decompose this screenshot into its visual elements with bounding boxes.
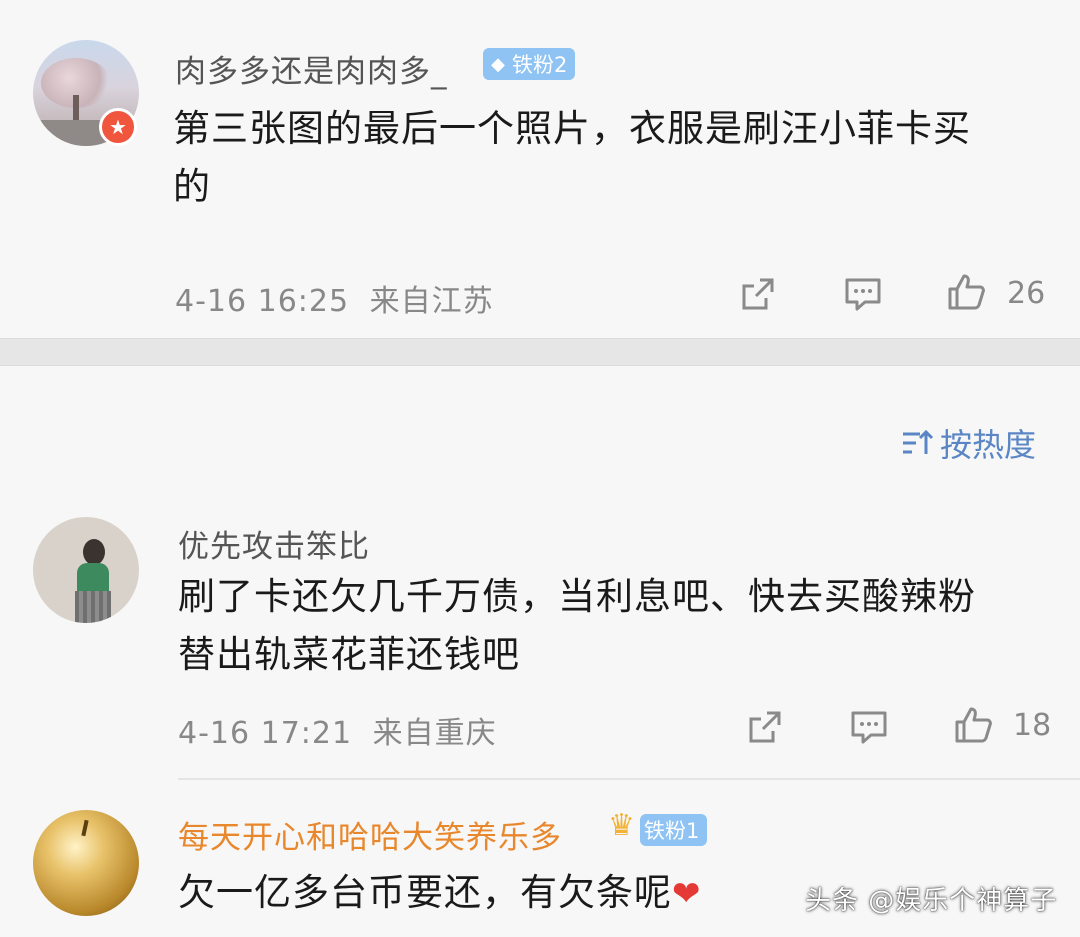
location: 来自重庆: [372, 716, 497, 751]
share-icon[interactable]: [738, 274, 778, 314]
section-divider: [0, 338, 1080, 366]
comment-text-line: 替出轨菜花菲还钱吧: [178, 633, 520, 676]
comment-text-line: 刷了卡还欠几千万债，当利息吧、快去买酸辣粉: [178, 575, 976, 618]
comment-text-line: 的: [173, 165, 211, 208]
sort-label: 按热度: [940, 426, 1037, 464]
timestamp: 4-16 17:21: [178, 716, 353, 751]
comment-text-line: 第三张图的最后一个照片，衣服是刷汪小菲卡买: [173, 107, 971, 150]
comment-text: 刷了卡还欠几千万债，当利息吧、快去买酸辣粉 替出轨菜花菲还钱吧: [178, 568, 976, 684]
like-count: 18: [1013, 708, 1052, 743]
username[interactable]: 每天开心和哈哈大笑养乐多: [178, 812, 562, 857]
comment-icon[interactable]: [849, 707, 889, 747]
like-count: 26: [1007, 276, 1046, 311]
username[interactable]: 肉多多还是肉肉多_: [175, 46, 448, 91]
crown-icon: ♛: [608, 808, 635, 843]
watermark: 头条 @娱乐个神算子: [805, 886, 1058, 916]
timestamp: 4-16 16:25: [175, 284, 350, 319]
avatar[interactable]: [33, 517, 139, 623]
comment-meta: 4-16 16:25 来自江苏: [175, 276, 494, 320]
avatar[interactable]: [33, 810, 139, 916]
comment-meta: 4-16 17:21 来自重庆: [178, 708, 497, 752]
fan-badge-label: 铁粉1: [644, 819, 700, 843]
comment-icon[interactable]: [843, 274, 883, 314]
divider: [178, 778, 1080, 780]
share-icon[interactable]: [745, 707, 785, 747]
diamond-icon: ◆: [491, 53, 505, 75]
like-icon[interactable]: [946, 272, 986, 312]
comment-text-line: 欠一亿多台币要还，有欠条呢: [178, 871, 672, 914]
fan-badge: ◆ 铁粉2: [483, 48, 576, 80]
like-icon[interactable]: [953, 705, 993, 745]
comment-text: 欠一亿多台币要还，有欠条呢❤: [178, 864, 702, 923]
username[interactable]: 优先攻击笨比: [178, 521, 370, 566]
fan-badge: 铁粉1: [640, 814, 708, 846]
heart-icon: ❤: [672, 874, 702, 914]
sort-icon: [903, 429, 934, 454]
verified-badge-icon: ★: [99, 108, 137, 146]
location: 来自江苏: [369, 284, 494, 319]
comment-card-1: ★ 肉多多还是肉肉多_ ◆ 铁粉2 第三张图的最后一个照片，衣服是刷汪小菲卡买 …: [0, 0, 1080, 338]
comment-text: 第三张图的最后一个照片，衣服是刷汪小菲卡买 的: [173, 100, 971, 216]
sort-by-hot-button[interactable]: 按热度: [900, 420, 1036, 466]
fan-badge-label: 铁粉2: [512, 53, 568, 77]
